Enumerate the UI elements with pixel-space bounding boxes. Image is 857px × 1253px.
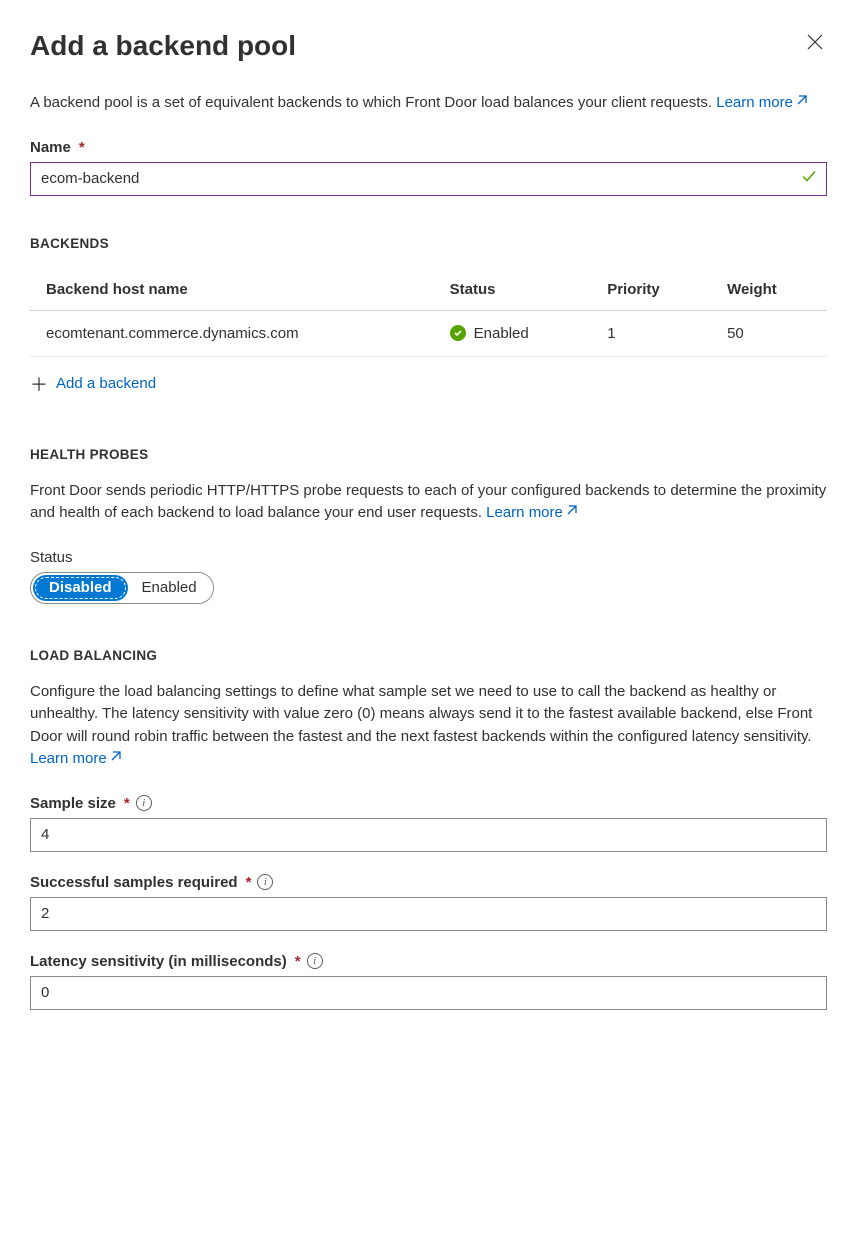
load-balancing-text: Configure the load balancing settings to… — [30, 683, 812, 745]
learn-more-link-lb[interactable]: Learn more — [30, 750, 122, 767]
latency-input[interactable] — [30, 976, 827, 1010]
sample-size-label-text: Sample size — [30, 795, 116, 812]
cell-status-text: Enabled — [474, 325, 529, 342]
cell-priority: 1 — [591, 310, 711, 356]
learn-more-label: Learn more — [716, 94, 793, 111]
sample-size-label: Sample size * i — [30, 795, 827, 812]
col-priority[interactable]: Priority — [591, 269, 711, 311]
external-link-icon — [109, 748, 122, 771]
info-icon[interactable]: i — [257, 874, 273, 890]
successful-samples-label: Successful samples required * i — [30, 874, 827, 891]
required-asterisk: * — [79, 139, 85, 156]
load-balancing-description: Configure the load balancing settings to… — [30, 681, 827, 771]
backends-heading: BACKENDS — [30, 236, 827, 251]
name-label-text: Name — [30, 139, 71, 156]
external-link-icon — [795, 92, 808, 115]
toggle-enabled-option[interactable]: Enabled — [130, 573, 213, 603]
learn-more-link-health[interactable]: Learn more — [486, 504, 578, 521]
latency-label: Latency sensitivity (in milliseconds) * i — [30, 953, 827, 970]
status-enabled-icon — [450, 325, 466, 341]
external-link-icon — [565, 502, 578, 525]
add-backend-label: Add a backend — [56, 375, 156, 392]
backends-table: Backend host name Status Priority Weight… — [30, 269, 827, 357]
name-field-label: Name * — [30, 139, 827, 156]
col-weight[interactable]: Weight — [711, 269, 827, 311]
required-asterisk: * — [295, 953, 301, 970]
required-asterisk: * — [246, 874, 252, 891]
page-title: Add a backend pool — [30, 30, 296, 62]
info-icon[interactable]: i — [136, 795, 152, 811]
load-balancing-heading: LOAD BALANCING — [30, 648, 827, 663]
col-status[interactable]: Status — [434, 269, 592, 311]
required-asterisk: * — [124, 795, 130, 812]
intro-text-content: A backend pool is a set of equivalent ba… — [30, 94, 716, 111]
intro-text: A backend pool is a set of equivalent ba… — [30, 92, 827, 115]
info-icon[interactable]: i — [307, 953, 323, 969]
health-probes-description: Front Door sends periodic HTTP/HTTPS pro… — [30, 480, 827, 525]
health-probes-heading: HEALTH PROBES — [30, 447, 827, 462]
sample-size-input[interactable] — [30, 818, 827, 852]
health-probes-text: Front Door sends periodic HTTP/HTTPS pro… — [30, 482, 826, 522]
cell-status: Enabled — [434, 310, 592, 356]
successful-samples-input[interactable] — [30, 897, 827, 931]
close-button[interactable] — [803, 30, 827, 58]
latency-label-text: Latency sensitivity (in milliseconds) — [30, 953, 287, 970]
table-row[interactable]: ecomtenant.commerce.dynamics.com Enabled… — [30, 310, 827, 356]
status-toggle[interactable]: Disabled Enabled — [30, 572, 214, 604]
table-header-row: Backend host name Status Priority Weight — [30, 269, 827, 311]
cell-host: ecomtenant.commerce.dynamics.com — [30, 310, 434, 356]
validation-check-icon — [801, 168, 817, 189]
add-backend-button[interactable]: ＋ Add a backend — [30, 371, 827, 397]
status-toggle-label: Status — [30, 549, 827, 566]
plus-icon: ＋ — [30, 371, 48, 397]
toggle-disabled-option[interactable]: Disabled — [33, 575, 128, 601]
learn-more-label-health: Learn more — [486, 504, 563, 521]
cell-weight: 50 — [711, 310, 827, 356]
learn-more-link-intro[interactable]: Learn more — [716, 94, 808, 111]
col-host[interactable]: Backend host name — [30, 269, 434, 311]
learn-more-label-lb: Learn more — [30, 750, 107, 767]
close-icon — [807, 34, 823, 50]
successful-samples-label-text: Successful samples required — [30, 874, 238, 891]
name-input[interactable] — [30, 162, 827, 196]
